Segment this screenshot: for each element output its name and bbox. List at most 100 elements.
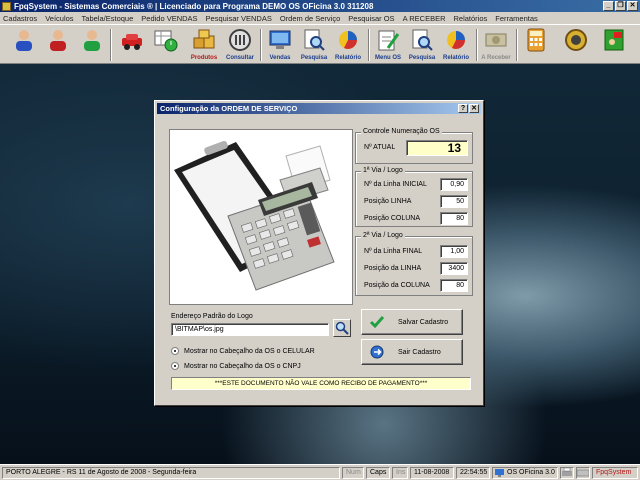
via1-posicao-coluna-field[interactable]: 80	[440, 212, 468, 225]
toolbar-a-receber-button[interactable]: A Receber	[480, 27, 512, 63]
receipt-notice: ***ESTE DOCUMENTO NÃO VALE COMO RECIBO D…	[171, 377, 471, 390]
minimize-button[interactable]: _	[603, 1, 614, 11]
user-red-icon	[50, 30, 66, 51]
via2-posicao-linha-field[interactable]: 3400	[440, 262, 468, 275]
group-via1-title: 1ª Via / Logo	[361, 167, 405, 174]
group-via2-title: 2ª Via / Logo	[361, 232, 405, 239]
status-date: 11-08-2008	[410, 467, 454, 479]
radio-celular[interactable]: Mostrar no Cabeçalho da OS o CELULAR	[171, 347, 315, 355]
status-location: PORTO ALEGRE - RS 11 de Agosto de 2008 -…	[2, 467, 340, 479]
status-keyboard	[576, 467, 590, 479]
dialog-close-button[interactable]: ✕	[469, 104, 479, 113]
via2-posicao-coluna-label: Posição da COLUNA	[364, 282, 430, 289]
radio-celular-dot[interactable]	[171, 347, 179, 355]
status-num: Num	[342, 467, 364, 479]
close-button[interactable]: ✕	[627, 1, 638, 11]
toolbar-coins-button[interactable]	[560, 27, 592, 63]
consult-icon	[229, 29, 251, 51]
window-title: FpqSystem - Sistemas Comerciais ® | Lice…	[14, 1, 374, 11]
toolbar-a-receber-label: A Receber	[481, 55, 511, 61]
exit-dialog-button[interactable]: Sair Cadastro	[361, 339, 463, 365]
status-brand: FpqSystem	[592, 467, 638, 479]
toolbar-consultar-label: Consultar	[225, 55, 254, 61]
menu-ferramentas[interactable]: Ferramentas	[495, 14, 538, 23]
coins-icon	[565, 29, 587, 51]
save-button-label: Salvar Cadastro	[398, 318, 449, 326]
calculator-icon	[527, 28, 545, 52]
os-number-field[interactable]: 13	[406, 140, 468, 156]
toolbar-user-red-button[interactable]	[42, 27, 74, 63]
user-green-icon	[84, 30, 100, 51]
search-document-icon	[412, 29, 433, 51]
group-numeracao-title: Controle Numeração OS	[361, 128, 442, 135]
group-via2: 2ª Via / Logo Nº da Linha FINAL 1,00 Pos…	[355, 232, 473, 296]
menu-ordem-servico[interactable]: Ordem de Serviço	[280, 14, 340, 23]
toolbar-vehicles-button[interactable]	[116, 27, 148, 63]
toolbar-exit-button[interactable]	[598, 27, 630, 63]
toolbar-separator	[516, 29, 518, 61]
user-blue-icon	[16, 30, 32, 51]
os-config-dialog: Configuração da ORDEM DE SERVIÇO ? ✕ Con…	[154, 100, 484, 406]
radio-cnpj[interactable]: Mostrar no Cabeçalho da OS o CNPJ	[171, 362, 301, 370]
via2-linha-final-label: Nº da Linha FINAL	[364, 248, 423, 255]
save-button[interactable]: Salvar Cadastro	[361, 309, 463, 335]
search-icon	[335, 321, 349, 335]
toolbar-table-clock-button[interactable]	[150, 27, 182, 63]
via1-linha-inicial-label: Nº da Linha INICIAL	[364, 181, 427, 188]
toolbar-relatorio-os-button[interactable]: Relatório	[440, 27, 472, 63]
toolbar-separator	[110, 29, 112, 61]
via1-posicao-coluna-label: Posição COLUNA	[364, 215, 421, 222]
menu-cadastros[interactable]: Cadastros	[3, 14, 37, 23]
dialog-title: Configuração da ORDEM DE SERVIÇO	[160, 104, 298, 113]
os-number-label: Nº ATUAL	[364, 144, 396, 151]
money-icon	[485, 33, 507, 47]
printer-icon	[562, 468, 572, 476]
toolbar-relatorio-vendas-label: Relatório	[334, 55, 361, 61]
app-icon	[2, 1, 11, 11]
radio-cnpj-label: Mostrar no Cabeçalho da OS o CNPJ	[184, 362, 301, 370]
menu-a-receber[interactable]: A RECEBER	[403, 14, 446, 23]
dialog-help-button[interactable]: ?	[458, 104, 468, 113]
menu-bar: Cadastros Veículos Tabela/Estoque Pedido…	[0, 12, 640, 24]
toolbar-produtos-button[interactable]: Produtos	[188, 27, 220, 63]
group-numeracao: Controle Numeração OS Nº ATUAL 13	[355, 128, 473, 164]
report-icon	[339, 31, 357, 49]
via2-posicao-coluna-field[interactable]: 80	[440, 279, 468, 292]
toolbar-calculator-button[interactable]	[520, 27, 552, 63]
menu-tabela-estoque[interactable]: Tabela/Estoque	[82, 14, 134, 23]
printing-calculator-icon	[174, 140, 335, 291]
via1-posicao-linha-field[interactable]: 50	[440, 195, 468, 208]
menu-pedido-vendas[interactable]: Pedido VENDAS	[141, 14, 197, 23]
status-printer	[560, 467, 574, 479]
radio-cnpj-dot[interactable]	[171, 362, 179, 370]
boxes-icon	[193, 29, 215, 49]
via2-posicao-linha-label: Posição da LINHA	[364, 265, 422, 272]
browse-logo-button[interactable]	[333, 319, 351, 337]
toolbar-consultar-button[interactable]: Consultar	[224, 27, 256, 63]
via1-linha-inicial-field[interactable]: 0,90	[440, 178, 468, 191]
logo-path-input[interactable]: \BITMAP\os.jpg	[171, 323, 329, 336]
toolbar: Produtos Consultar Vendas Pesquisa Relat…	[0, 24, 640, 64]
toolbar-user-green-button[interactable]	[76, 27, 108, 63]
logo-path-label: Endereço Padrão do Logo	[171, 313, 253, 320]
calculator-illustration	[169, 129, 353, 305]
menu-pesquisar-os[interactable]: Pesquisar OS	[348, 14, 394, 23]
menu-relatorios[interactable]: Relatórios	[454, 14, 488, 23]
toolbar-user-blue-button[interactable]	[8, 27, 40, 63]
table-clock-icon	[154, 30, 178, 52]
group-via1: 1ª Via / Logo Nº da Linha INICIAL 0,90 P…	[355, 167, 473, 227]
toolbar-relatorio-vendas-button[interactable]: Relatório	[332, 27, 364, 63]
monitor-icon	[269, 30, 291, 49]
dialog-titlebar: Configuração da ORDEM DE SERVIÇO ? ✕	[157, 103, 481, 114]
exit-arrow-icon	[370, 345, 384, 359]
clipboard-pencil-icon	[378, 30, 400, 51]
menu-pesquisar-vendas[interactable]: Pesquisar VENDAS	[206, 14, 272, 23]
status-version: OS OFicina 3.0	[492, 467, 558, 479]
monitor-small-icon	[495, 469, 504, 477]
exit-dialog-button-label: Sair Cadastro	[398, 348, 441, 356]
via2-linha-final-field[interactable]: 1,00	[440, 245, 468, 258]
menu-veiculos[interactable]: Veículos	[45, 14, 73, 23]
maximize-button[interactable]: ❐	[615, 1, 626, 11]
window-titlebar: FpqSystem - Sistemas Comerciais ® | Lice…	[0, 0, 640, 12]
toolbar-relatorio-os-label: Relatório	[442, 55, 469, 61]
